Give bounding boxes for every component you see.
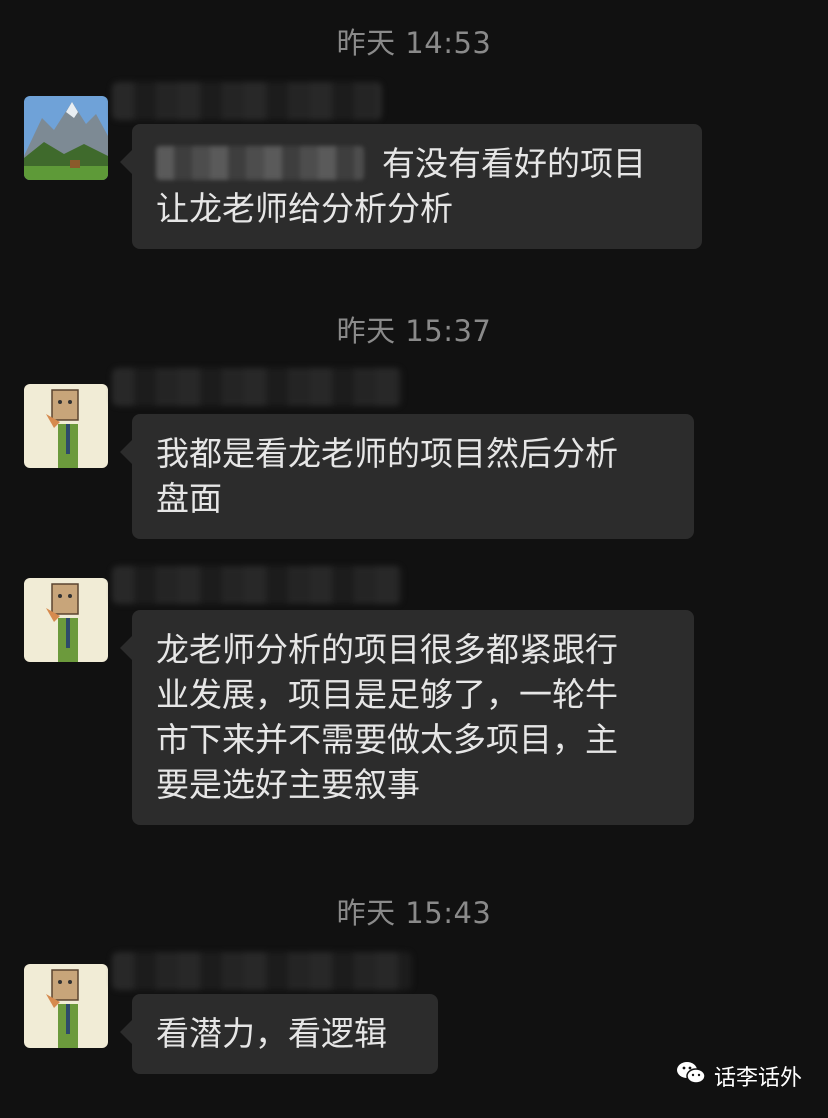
mention-blurred bbox=[156, 146, 364, 180]
message-bubble[interactable]: 看潜力，看逻辑 bbox=[120, 994, 438, 1074]
mountain-landscape-avatar[interactable] bbox=[24, 96, 108, 180]
message-text: 我都是看龙老师的项目然后分析 盘面 bbox=[156, 434, 618, 518]
watermark: 话李话外 bbox=[676, 1060, 802, 1092]
fox-paperbag-avatar[interactable] bbox=[24, 964, 108, 1048]
sender-name-blurred bbox=[112, 82, 382, 120]
message-text: 龙老师分析的项目很多都紧跟行 业发展，项目是足够了，一轮牛 市下来并不需要做太多… bbox=[156, 630, 618, 804]
message-bubble[interactable]: 我都是看龙老师的项目然后分析 盘面 bbox=[120, 414, 694, 539]
fox-paperbag-avatar[interactable] bbox=[24, 384, 108, 468]
message-bubble[interactable]: 有没有看好的项目 让龙老师给分析分析 bbox=[120, 124, 702, 249]
timestamp: 昨天 15:43 bbox=[336, 896, 492, 930]
fox-paperbag-avatar[interactable] bbox=[24, 578, 108, 662]
timestamp: 昨天 15:37 bbox=[336, 314, 492, 348]
wechat-icon bbox=[676, 1060, 706, 1092]
sender-name-blurred bbox=[112, 368, 402, 406]
watermark-label: 话李话外 bbox=[713, 1066, 802, 1091]
message-bubble[interactable]: 龙老师分析的项目很多都紧跟行 业发展，项目是足够了，一轮牛 市下来并不需要做太多… bbox=[120, 610, 694, 825]
timestamp: 昨天 14:53 bbox=[336, 26, 492, 60]
sender-name-blurred bbox=[112, 952, 412, 990]
message-text: 看潜力，看逻辑 bbox=[156, 1014, 387, 1053]
sender-name-blurred bbox=[112, 566, 402, 604]
